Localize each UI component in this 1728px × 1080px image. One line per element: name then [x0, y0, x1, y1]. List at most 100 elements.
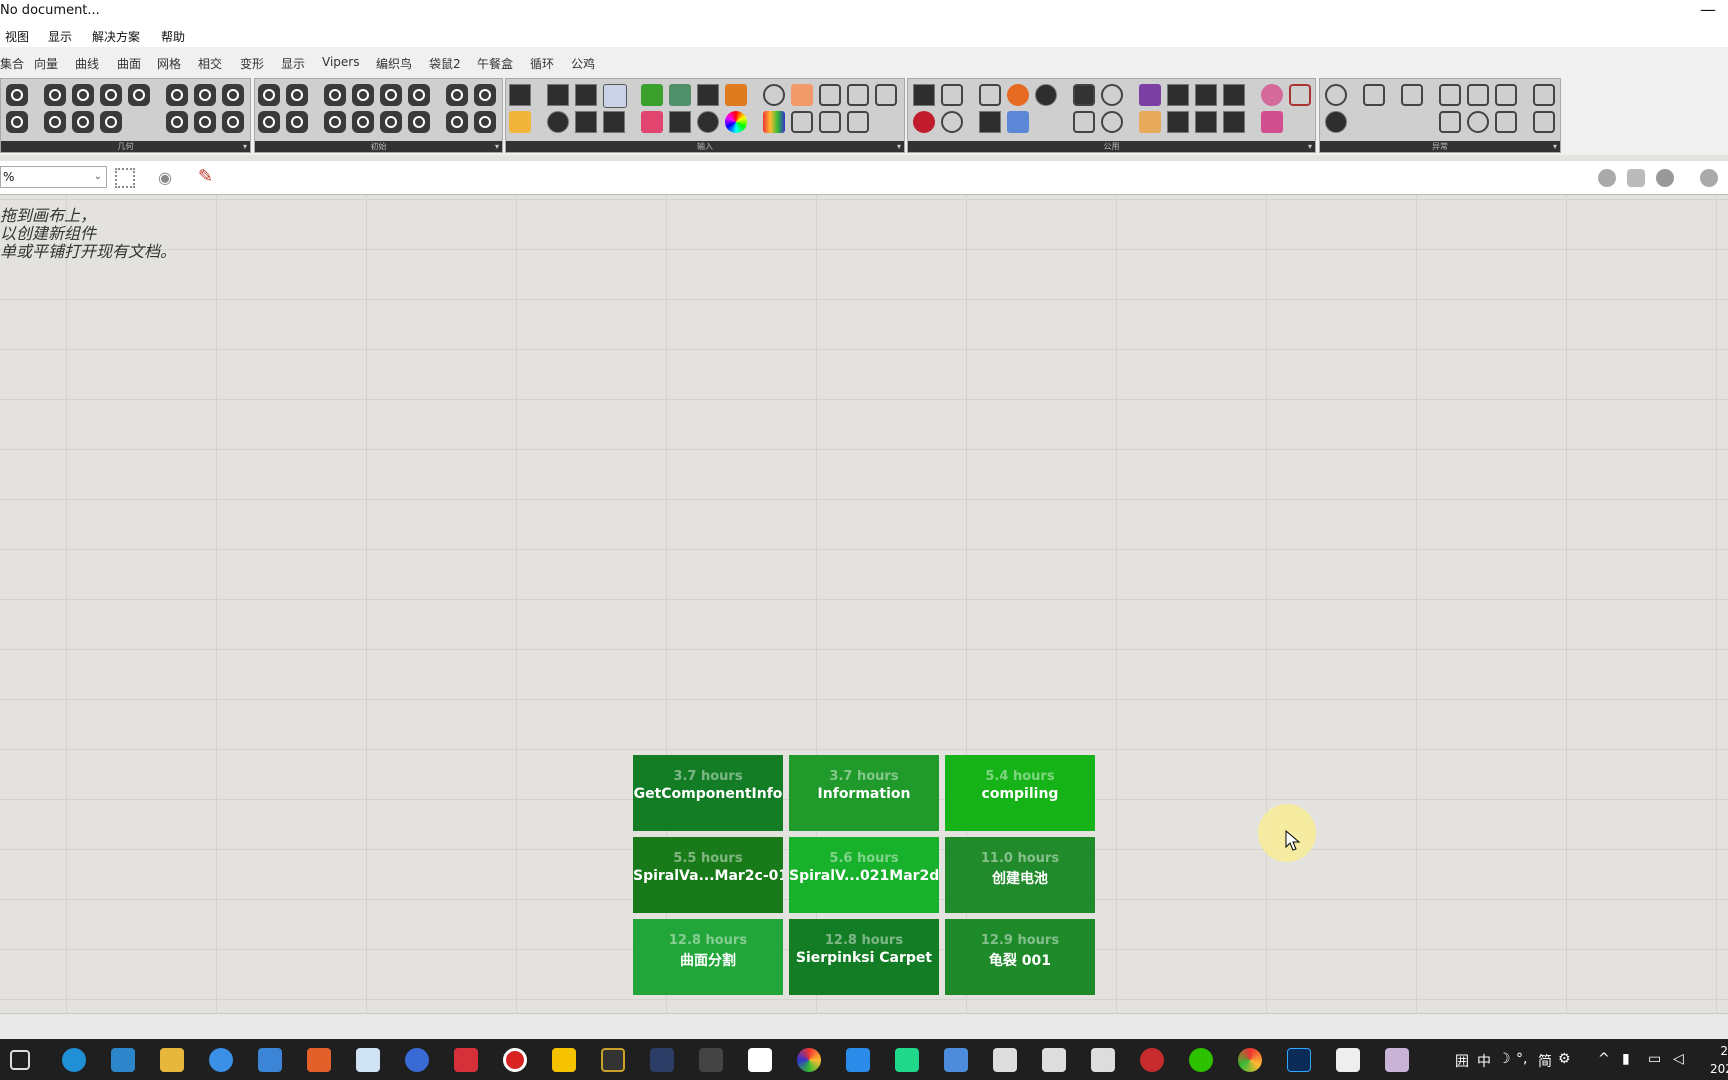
tab-vector[interactable]: 向量	[34, 55, 58, 72]
expand-icon[interactable]: ▾	[897, 141, 901, 152]
image-sampler-icon[interactable]	[725, 84, 747, 106]
arrow-right-icon[interactable]	[1073, 84, 1095, 106]
expand-icon[interactable]: ▾	[495, 141, 499, 152]
line-param-icon[interactable]	[166, 111, 188, 133]
file-path-icon[interactable]	[509, 84, 531, 106]
gradient-icon[interactable]	[641, 84, 663, 106]
vector-param-icon[interactable]	[194, 111, 216, 133]
data-param-icon[interactable]	[408, 84, 430, 106]
expand-icon[interactable]: ▾	[243, 141, 247, 152]
record-icon[interactable]	[503, 1048, 527, 1072]
mesh-param-icon[interactable]	[6, 111, 28, 133]
ring-icon[interactable]	[941, 111, 963, 133]
tab-transform[interactable]: 变形	[240, 55, 264, 72]
browser-icon[interactable]	[405, 1048, 429, 1072]
panel-icon[interactable]	[575, 111, 597, 133]
recent-file-tile[interactable]: 12.8 hours Sierpinksi Carpet	[789, 919, 939, 995]
ime-simplified[interactable]: 简	[1538, 1051, 1552, 1071]
culture-param-icon[interactable]	[474, 111, 496, 133]
house-outline-icon[interactable]	[1439, 84, 1461, 106]
cube-icon[interactable]	[1467, 84, 1489, 106]
edit-icon[interactable]	[1223, 111, 1245, 133]
sheet-icon[interactable]	[1533, 111, 1555, 133]
sketch-pen-icon[interactable]: ✎	[198, 166, 213, 187]
rhino-app-icon[interactable]	[650, 1048, 674, 1072]
tag-icon[interactable]	[791, 84, 813, 106]
binary-icon[interactable]	[1195, 84, 1217, 106]
shader-param-icon[interactable]	[446, 111, 468, 133]
colour-picker-icon[interactable]	[641, 111, 663, 133]
tab-sets[interactable]: 集合	[0, 55, 24, 72]
toggle-icon[interactable]	[575, 84, 597, 106]
script-param-icon[interactable]	[408, 111, 430, 133]
flask-icon[interactable]	[1261, 111, 1283, 133]
baidu-netdisk-icon[interactable]	[356, 1048, 380, 1072]
qq-icon[interactable]	[209, 1048, 233, 1072]
boolean-param-icon[interactable]	[258, 111, 280, 133]
tab-curve[interactable]: 曲线	[75, 55, 99, 72]
tab-rooster[interactable]: 公鸡	[571, 55, 595, 72]
task-view-icon[interactable]	[10, 1050, 30, 1070]
complex-param-icon[interactable]	[474, 84, 496, 106]
tab-surface[interactable]: 曲面	[117, 55, 141, 72]
wifi-icon[interactable]	[1325, 84, 1347, 106]
arc-param-icon[interactable]	[222, 84, 244, 106]
wireframe-icon[interactable]	[1627, 169, 1645, 187]
menu-help[interactable]: 帮助	[161, 28, 185, 45]
loop-icon[interactable]	[1035, 84, 1057, 106]
tab-display[interactable]: 显示	[281, 55, 305, 72]
value-list-icon[interactable]	[603, 84, 627, 108]
tab-vipers[interactable]: Vipers	[322, 55, 359, 69]
query-icon[interactable]	[669, 111, 691, 133]
no-search-icon[interactable]	[1101, 111, 1123, 133]
uv-param-icon[interactable]	[380, 84, 402, 106]
swatch-icon[interactable]	[603, 111, 625, 133]
chrome-icon[interactable]	[1238, 1048, 1262, 1072]
domain-param-icon[interactable]	[324, 84, 346, 106]
mail-icon[interactable]	[258, 1048, 282, 1072]
integer-param-icon[interactable]	[286, 84, 308, 106]
colour-wheel-icon[interactable]	[725, 111, 747, 133]
tape-icon[interactable]	[875, 84, 897, 106]
canvas[interactable]: 拖到画布上， 以创建新组件 单或平铺打开现有文档。 3.7 hours GetCo…	[0, 195, 1728, 1013]
slider-icon[interactable]	[509, 111, 531, 133]
zoom-combo[interactable]: % ⌄	[0, 166, 107, 188]
chrome-like-icon[interactable]	[797, 1048, 821, 1072]
pycharm-icon[interactable]	[895, 1048, 919, 1072]
recent-file-tile[interactable]: 12.9 hours 龟裂 001	[945, 919, 1095, 995]
recent-file-tile[interactable]: 5.6 hours SpiralV...021Mar2d	[789, 837, 939, 913]
ime-mode[interactable]: 囲	[1455, 1051, 1469, 1071]
shaded-icon[interactable]	[1656, 169, 1674, 187]
rhino-icon[interactable]	[993, 1048, 1017, 1072]
preview-mode-icon[interactable]	[1598, 169, 1616, 187]
curve-param-icon[interactable]	[6, 84, 28, 106]
button-object-icon[interactable]	[547, 84, 569, 106]
graph-mapper-icon[interactable]	[669, 84, 691, 106]
tab-lunchbox[interactable]: 午餐盒	[477, 55, 513, 72]
zoom-extents-icon[interactable]	[115, 168, 135, 188]
magnet-icon[interactable]	[979, 111, 1001, 133]
minimize-button[interactable]: —	[1700, 0, 1716, 19]
rhino6-icon[interactable]	[1091, 1048, 1115, 1072]
number-param-icon[interactable]	[258, 84, 280, 106]
rhino7-icon[interactable]	[1042, 1048, 1066, 1072]
sd-icon[interactable]	[699, 1048, 723, 1072]
expand-icon[interactable]: ▾	[1308, 141, 1312, 152]
recent-file-tile[interactable]: 3.7 hours Information	[789, 755, 939, 831]
menu-solution[interactable]: 解决方案	[92, 28, 140, 45]
dots-icon[interactable]	[1467, 111, 1489, 133]
pr-icon[interactable]	[1139, 84, 1161, 106]
text-param-icon[interactable]	[286, 111, 308, 133]
img-icon[interactable]	[847, 84, 869, 106]
tab-intersect[interactable]: 相交	[198, 55, 222, 72]
app-icon[interactable]	[307, 1048, 331, 1072]
fan-icon[interactable]	[1325, 111, 1347, 133]
path-param-icon[interactable]	[352, 84, 374, 106]
point-param-icon[interactable]	[222, 111, 244, 133]
recent-file-tile[interactable]: 3.7 hours GetComponentInfo	[633, 755, 783, 831]
tab-anemone[interactable]: 循环	[530, 55, 554, 72]
cherry-icon[interactable]	[913, 111, 935, 133]
selected-only-icon[interactable]	[1700, 169, 1718, 187]
plane-param-icon[interactable]	[44, 111, 66, 133]
search-icon[interactable]	[1101, 84, 1123, 106]
